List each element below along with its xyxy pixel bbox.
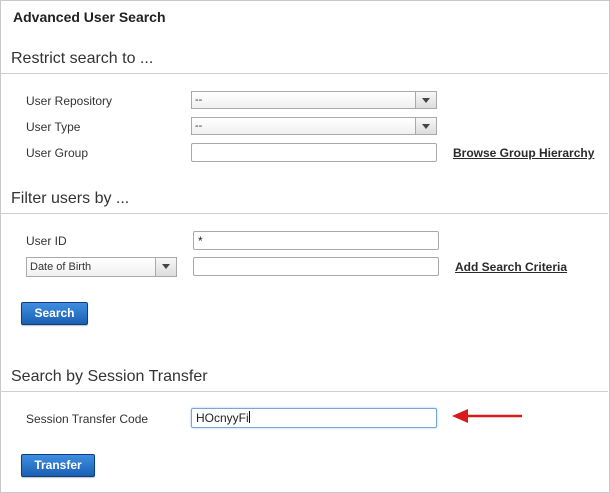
search-criteria-select[interactable]: Date of Birth [26,257,177,277]
user-id-label: User ID [26,234,67,248]
user-group-input[interactable] [191,143,437,162]
section-divider [0,73,608,74]
chevron-down-icon[interactable] [415,118,436,134]
session-transfer-code-input[interactable]: HOcnyyFi [191,408,437,428]
user-id-input[interactable]: * [193,231,439,250]
chevron-down-icon[interactable] [155,258,176,276]
session-transfer-code-value: HOcnyyFi [196,411,249,425]
user-type-label: User Type [26,120,81,134]
user-repository-label: User Repository [26,94,113,108]
search-button[interactable]: Search [21,302,88,325]
section-divider [0,213,608,214]
filter-section-heading: Filter users by ... [11,190,130,207]
session-transfer-heading: Search by Session Transfer [11,368,208,385]
red-arrow-annotation [452,409,522,423]
user-type-select[interactable]: -- [191,117,437,135]
transfer-button[interactable]: Transfer [21,454,95,477]
browse-group-hierarchy-link[interactable]: Browse Group Hierarchy [453,146,594,160]
search-criteria-value: Date of Birth [30,261,92,273]
user-type-value: -- [195,120,203,132]
search-criteria-input[interactable] [193,257,439,276]
section-divider [0,391,608,392]
add-search-criteria-link[interactable]: Add Search Criteria [455,260,567,274]
session-transfer-code-label: Session Transfer Code [26,412,149,426]
chevron-down-icon[interactable] [415,92,436,108]
user-repository-value: -- [195,94,203,106]
user-repository-select[interactable]: -- [191,91,437,109]
text-cursor [248,411,250,423]
page-title: Advanced User Search [13,9,166,25]
arrow-head [452,409,468,423]
user-group-label: User Group [26,146,89,160]
restrict-section-heading: Restrict search to ... [11,50,154,67]
